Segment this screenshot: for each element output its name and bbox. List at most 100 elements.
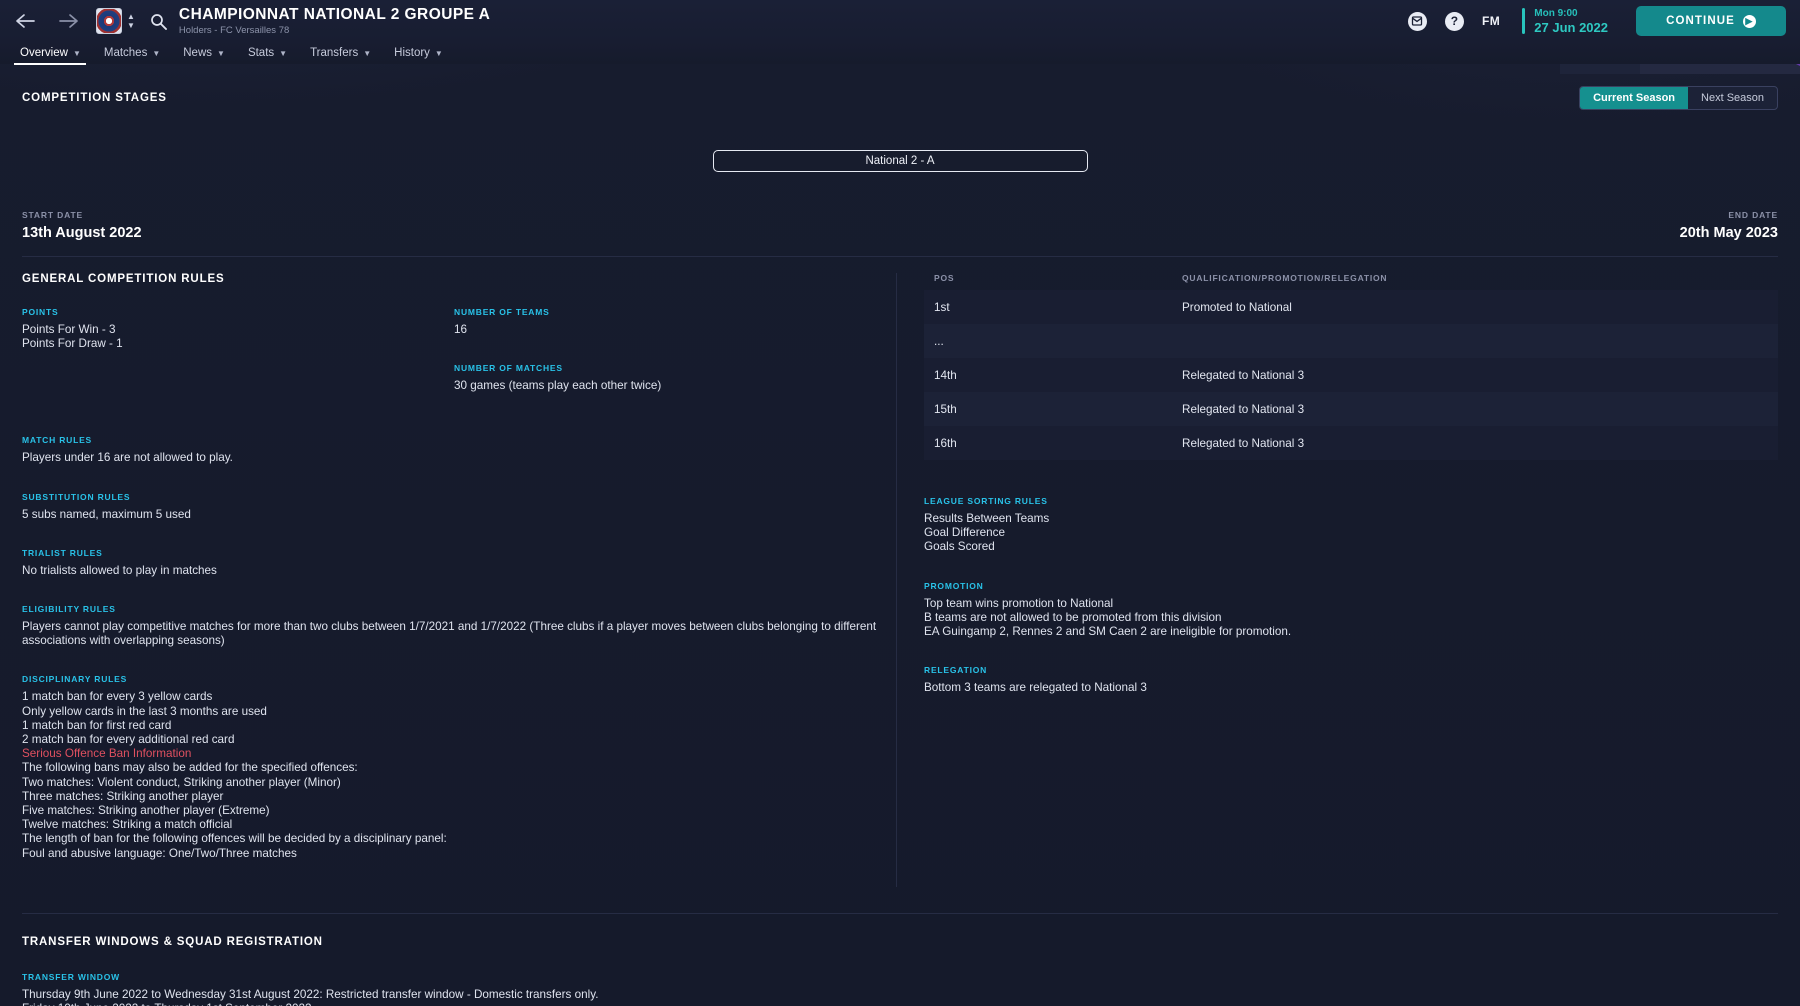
forward-icon[interactable]: [58, 10, 80, 32]
tab-stats[interactable]: Stats ▼: [242, 47, 304, 64]
row-position: 16th: [934, 436, 957, 450]
start-date-value: 13th August 2022: [22, 225, 142, 241]
row-position: 14th: [934, 368, 957, 382]
match-rules-field: MATCH RULES Players under 16 are not all…: [22, 435, 454, 465]
tab-news[interactable]: News ▼: [177, 47, 242, 64]
substitution-rules-label: SUBSTITUTION RULES: [22, 491, 131, 502]
table-row[interactable]: 14th Relegated to National 3: [924, 358, 1778, 392]
navigation-arrows: [14, 10, 80, 32]
stage-node-national-2-a[interactable]: National 2 - A: [712, 150, 1088, 172]
points-label: POINTS: [22, 307, 59, 317]
number-of-teams-label: NUMBER OF TEAMS: [454, 307, 550, 317]
serious-offence-line: The following bans may also be added for…: [22, 761, 358, 775]
eligibility-rules-label: ELIGIBILITY RULES: [22, 604, 116, 615]
number-of-matches-label: NUMBER OF MATCHES: [454, 363, 563, 374]
table-row[interactable]: 16th Relegated to National 3: [924, 426, 1778, 460]
current-season-button[interactable]: Current Season: [1580, 87, 1689, 109]
transfer-window-field: TRANSFER WINDOW Thursday 9th June 2022 t…: [22, 972, 1778, 1006]
general-rules-col-a: POINTS Points For Win - 3 Points For Dra…: [22, 307, 454, 604]
end-date-block: END DATE 20th May 2023: [1680, 210, 1778, 241]
back-icon[interactable]: [14, 10, 36, 32]
general-rules-heading: GENERAL COMPETITION RULES: [22, 273, 225, 285]
game-date-block: Mon 9:00 27 Jun 2022: [1518, 8, 1608, 35]
disciplinary-rules-line: 2 match ban for every additional red car…: [22, 733, 235, 747]
serious-offence-line: Two matches: Violent conduct, Striking a…: [22, 775, 341, 789]
league-sorting-rules-label: LEAGUE SORTING RULES: [924, 496, 1048, 506]
competition-stages-section: COMPETITION STAGES Current Season Next S…: [0, 64, 1800, 172]
relegation-line: Bottom 3 teams are relegated to National…: [924, 681, 1147, 695]
number-of-matches-field: NUMBER OF MATCHES 30 games (teams play e…: [454, 363, 902, 393]
qualification-column-header: QUALIFICATION/PROMOTION/RELEGATION: [1182, 273, 1388, 283]
league-sorting-line: Goals Scored: [924, 540, 995, 554]
general-rules-column: GENERAL COMPETITION RULES POINTS Points …: [22, 273, 902, 887]
table-row[interactable]: ...: [924, 324, 1778, 358]
row-outcome: Relegated to National 3: [1182, 402, 1305, 416]
transfer-windows-section: TRANSFER WINDOWS & SQUAD REGISTRATION TR…: [0, 914, 1800, 1006]
end-date-value: 20th May 2023: [1679, 225, 1778, 241]
eligibility-rules-field: ELIGIBILITY RULES Players cannot play co…: [22, 604, 882, 648]
tab-matches-label: Matches: [103, 47, 148, 59]
tab-history-label: History: [394, 47, 430, 59]
chevron-down-icon: ▼: [152, 49, 161, 58]
tab-stats-label: Stats: [247, 47, 275, 59]
points-line: Points For Win - 3: [22, 323, 116, 336]
promotion-line: EA Guingamp 2, Rennes 2 and SM Caen 2 ar…: [924, 625, 1292, 639]
trialist-rules-line: No trialists allowed to play in matches: [22, 563, 217, 577]
serious-offence-line: Foul and abusive language: One/Two/Three…: [22, 846, 297, 860]
start-date-label: START DATE: [22, 210, 84, 220]
table-row[interactable]: 1st Promoted to National: [924, 290, 1778, 324]
tab-history[interactable]: History ▼: [388, 47, 460, 64]
club-badge-selector[interactable]: ▲ ▼: [96, 8, 135, 34]
main-content: COMPETITION STAGES Current Season Next S…: [0, 64, 1800, 1006]
pos-column-header: POS: [934, 273, 955, 283]
next-season-button[interactable]: Next Season: [1688, 87, 1777, 109]
fm-logo[interactable]: FM: [1482, 14, 1500, 28]
serious-offence-line: Three matches: Striking another player: [22, 789, 224, 803]
relegation-field: RELEGATION Bottom 3 teams are relegated …: [924, 665, 1778, 695]
row-position: 1st: [934, 300, 950, 314]
page-subtitle: Holders - FC Versailles 78: [178, 25, 290, 36]
badge-spinner-icon[interactable]: ▲ ▼: [127, 13, 135, 30]
transfer-window-label: TRANSFER WINDOW: [22, 971, 120, 982]
date-day: Mon 9:00: [1534, 7, 1578, 19]
app-root: ▲ ▼ CHAMPIONNAT NATIONAL 2 GROUPE A Holde…: [0, 0, 1800, 1006]
help-icon[interactable]: ?: [1444, 11, 1464, 31]
tab-overview-label: Overview: [20, 47, 68, 59]
disciplinary-rules-label: DISCIPLINARY RULES: [22, 674, 128, 685]
table-row[interactable]: 15th Relegated to National 3: [924, 392, 1778, 426]
row-position: 15th: [934, 402, 957, 416]
match-rules-line: Players under 16 are not allowed to play…: [22, 451, 233, 465]
tab-matches[interactable]: Matches ▼: [98, 47, 177, 64]
promotion-line: Top team wins promotion to National: [924, 596, 1114, 610]
serious-offence-line: The length of ban for the following offe…: [22, 832, 447, 846]
position-outcomes-table: POS QUALIFICATION/PROMOTION/RELEGATION 1…: [924, 273, 1778, 460]
tab-overview[interactable]: Overview ▼: [14, 47, 98, 65]
row-outcome: Promoted to National: [1182, 300, 1292, 314]
league-sorting-line: Goal Difference: [924, 526, 1005, 540]
promotion-label: PROMOTION: [924, 580, 984, 591]
primary-nav-tabs: Overview ▼ Matches ▼ News ▼ Stats ▼ Tran…: [0, 42, 1800, 65]
transfer-windows-heading: TRANSFER WINDOWS & SQUAD REGISTRATION: [22, 935, 323, 948]
continue-button[interactable]: CONTINUE ▶: [1636, 6, 1786, 36]
title-bar: ▲ ▼ CHAMPIONNAT NATIONAL 2 GROUPE A Holde…: [0, 0, 1800, 42]
number-of-teams-value: 16: [454, 323, 468, 336]
page-title-block: CHAMPIONNAT NATIONAL 2 GROUPE A Holders …: [179, 6, 490, 36]
relegation-label: RELEGATION: [924, 665, 988, 676]
season-dates-row: START DATE 13th August 2022 END DATE 20t…: [0, 210, 1800, 257]
transfer-window-line: Thursday 9th June 2022 to Wednesday 31st…: [22, 987, 599, 1001]
promotion-line: B teams are not allowed to be promoted f…: [924, 610, 1222, 624]
trialist-rules-label: TRIALIST RULES: [22, 547, 103, 558]
search-icon[interactable]: [149, 11, 169, 31]
serious-offence-line: Five matches: Striking another player (E…: [22, 804, 270, 818]
tab-transfers[interactable]: Transfers ▼: [304, 47, 388, 64]
tab-transfers-label: Transfers: [310, 47, 359, 59]
rules-section: GENERAL COMPETITION RULES POINTS Points …: [0, 273, 1800, 887]
inbox-icon[interactable]: [1407, 11, 1427, 31]
start-date-block: START DATE 13th August 2022: [22, 210, 142, 241]
qualification-column: POS QUALIFICATION/PROMOTION/RELEGATION 1…: [902, 273, 1778, 887]
general-rules-col-b: NUMBER OF TEAMS 16 NUMBER OF MATCHES 30 …: [454, 307, 902, 604]
chevron-down-icon: ▼: [279, 49, 288, 58]
league-sorting-rules-field: LEAGUE SORTING RULES Results Between Tea…: [924, 496, 1778, 555]
serious-offence-ban-link[interactable]: Serious Offence Ban Information: [22, 747, 902, 761]
disciplinary-rules-line: 1 match ban for first red card: [22, 718, 172, 732]
